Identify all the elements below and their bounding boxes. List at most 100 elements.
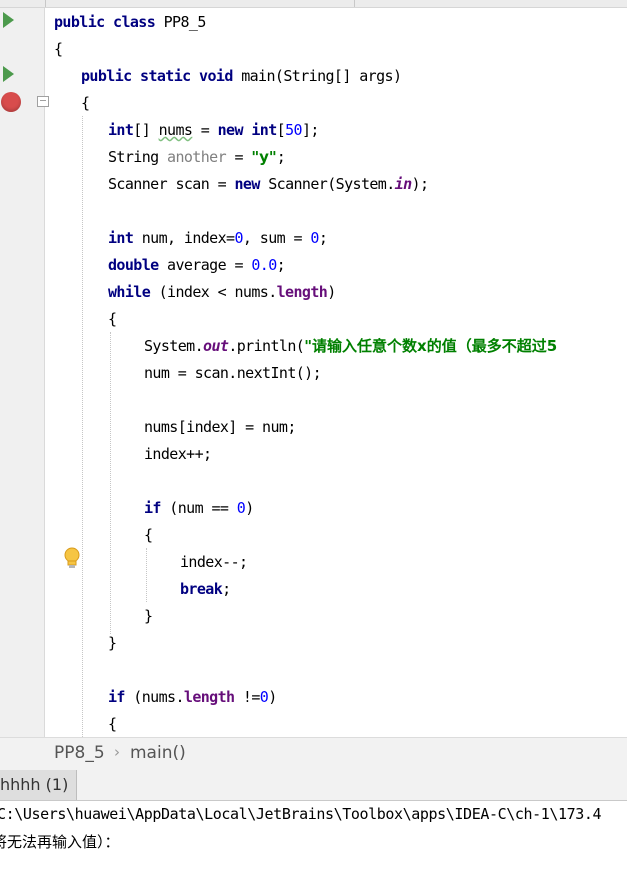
token: nums[index] = num; [144,418,296,436]
lightbulb-icon[interactable] [63,546,81,570]
breakpoint-icon[interactable] [1,92,21,112]
token: 0 [236,499,246,517]
token: != [234,688,260,706]
code-line: int[] nums = new int[50]; [108,117,319,144]
code-line: } [144,603,153,630]
token: main(String[] args) [241,67,402,85]
token: ]; [301,121,319,139]
token: ) [268,688,277,706]
run-main-icon[interactable] [3,66,14,82]
code-line: index--; [180,549,248,576]
code-line: System.out.println("请输入任意个数x的值（最多不超过5 [144,333,557,360]
token: PP8_5 [163,13,207,31]
token: "请输入任意个数x的值（最多不超过5 [304,337,558,355]
token: { [108,310,117,328]
token: System. [144,337,204,355]
code-line: nums[index] = num; [144,414,296,441]
token: while [108,283,159,301]
token: ) [245,499,254,517]
token: average = [167,256,252,274]
token: double [108,256,168,274]
code-line: { [54,36,63,63]
token: num, index= [141,229,235,247]
fold-icon[interactable] [37,96,49,107]
token: in [394,175,412,193]
token: if [144,499,170,517]
token: [] [133,121,159,139]
tab-divider [354,0,355,7]
code-line: index++; [144,441,212,468]
token: Scanner(System. [268,175,395,193]
code-line: while (index < nums.length) [108,279,336,306]
token: public static void [81,67,242,85]
token: } [144,607,153,625]
token: } [108,634,117,652]
token: public class [54,13,164,31]
token: ); [411,175,429,193]
code-line: if (num == 0) [144,495,254,522]
run-class-icon[interactable] [3,12,14,28]
token: index--; [180,553,248,571]
token: nums [158,121,193,139]
code-line: { [108,306,117,333]
token: another [167,148,227,166]
token: (nums. [133,688,184,706]
token: ) [327,283,336,301]
token: 0 [259,688,269,706]
code-line: int num, index=0, sum = 0; [108,225,328,252]
token: = [226,148,252,166]
code-line: public static void main(String[] args) [81,63,402,90]
code-line: num = scan.nextInt(); [144,360,322,387]
token: [ [276,121,286,139]
token: 0.0 [251,256,277,274]
token: break [180,580,223,598]
token: String [108,148,168,166]
code-line: if (nums.length !=0) [108,684,277,711]
code-line: { [144,522,153,549]
token: = [192,121,218,139]
code-line: public class PP8_5 [54,9,206,36]
token: int [108,121,134,139]
token: "y" [251,148,277,166]
token: { [144,526,153,544]
token: length [276,283,328,301]
token: 0 [310,229,319,247]
token: 50 [285,121,302,139]
code-line: double average = 0.0; [108,252,286,279]
token: ; [318,229,328,247]
token: length [183,688,235,706]
token: ; [222,580,231,598]
code-line: break; [180,576,231,603]
code-line: } [108,630,117,657]
breadcrumb: PP8_5 › main() [0,737,627,771]
console-command-line: C:\Users\huawei\AppData\Local\JetBrains\… [0,805,602,823]
run-console[interactable]: C:\Users\huawei\AppData\Local\JetBrains\… [0,801,627,871]
tab-divider [45,0,46,7]
token: ; [276,148,286,166]
token: 0 [234,229,243,247]
token: , sum = [242,229,311,247]
token: if [108,688,134,706]
editor-tab-strip [0,0,627,8]
token: .println( [228,337,305,355]
token: { [108,715,117,733]
token: index++; [144,445,212,463]
run-tab[interactable]: hhhh (1) [0,770,78,800]
breadcrumb-method[interactable]: main() [130,743,186,763]
editor-gutter[interactable] [0,8,45,737]
indent-guide [146,548,147,602]
token: out [203,337,229,355]
token: { [54,40,63,58]
code-line: { [81,90,90,117]
breadcrumb-class[interactable]: PP8_5 [54,743,105,763]
breadcrumb-separator: › [114,743,120,761]
token: Scanner scan = [108,175,235,193]
console-output-line: 将无法再输入值）： [0,833,120,851]
code-line: { [108,711,117,738]
token: (num == [169,499,237,517]
token: new [234,175,269,193]
token: (index < nums. [158,283,278,301]
code-line: String another = "y"; [108,144,286,171]
token: new int [217,121,278,139]
token: int [108,229,142,247]
